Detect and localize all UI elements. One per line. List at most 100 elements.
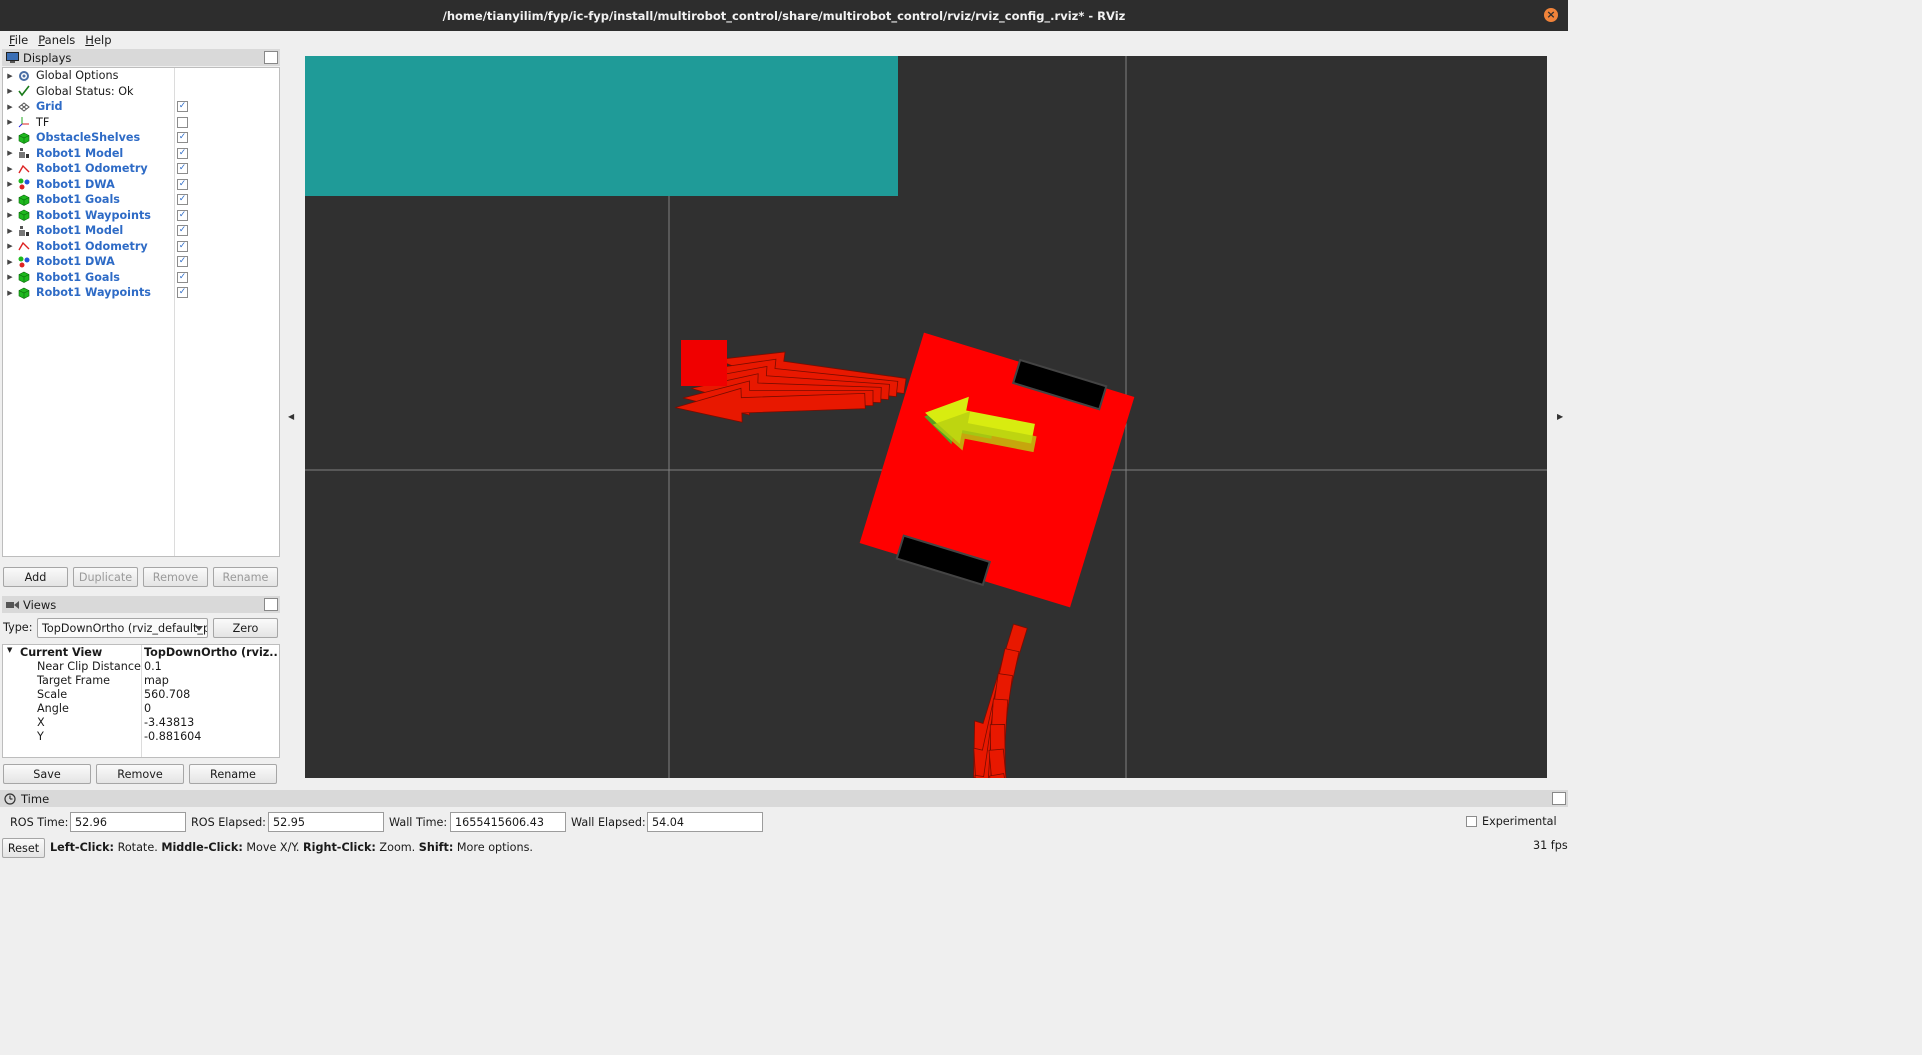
display-enable-checkbox[interactable]: ✓: [177, 256, 188, 267]
rename-display-button[interactable]: Rename: [213, 567, 278, 587]
expand-arrow-icon[interactable]: ▶: [3, 289, 17, 297]
display-item[interactable]: ▶ Robot1 Waypoints ✓: [3, 285, 279, 300]
display-item-label: Robot1 Waypoints: [36, 208, 151, 222]
display-item-label: Robot1 Goals: [36, 270, 120, 284]
view-property-row[interactable]: Y -0.881604: [3, 730, 279, 744]
display-enable-checkbox[interactable]: ✓: [177, 163, 188, 174]
display-item-label: Robot1 DWA: [36, 177, 115, 191]
ros-elapsed-field[interactable]: 52.95: [268, 812, 384, 832]
display-enable-checkbox[interactable]: ✓: [177, 194, 188, 205]
remove-view-button[interactable]: Remove: [96, 764, 184, 784]
expand-arrow-icon[interactable]: ▶: [3, 103, 17, 111]
expand-arrow-icon[interactable]: ▶: [3, 118, 17, 126]
display-item[interactable]: ▶ Robot1 DWA ✓: [3, 177, 279, 192]
reset-button[interactable]: Reset: [2, 838, 45, 858]
display-item[interactable]: ▶ Robot1 Waypoints ✓: [3, 208, 279, 223]
obstacle-shelf: [305, 56, 898, 196]
3d-render-view[interactable]: [305, 56, 1547, 778]
expand-arrow-icon[interactable]: ▶: [3, 227, 17, 235]
property-value[interactable]: 560.708: [144, 688, 278, 701]
robot-model-icon: [17, 147, 31, 160]
save-view-button[interactable]: Save: [3, 764, 91, 784]
close-icon[interactable]: ×: [1544, 8, 1558, 22]
display-item-label: Robot1 Model: [36, 146, 124, 160]
menu-file[interactable]: File: [4, 33, 33, 47]
zero-view-button[interactable]: Zero: [213, 618, 278, 638]
experimental-label: Experimental: [1482, 815, 1557, 828]
clock-icon: [3, 792, 17, 805]
property-name: Angle: [37, 702, 69, 715]
views-title: Views: [23, 597, 57, 612]
display-enable-checkbox[interactable]: ✓: [177, 132, 188, 143]
display-enable-checkbox[interactable]: ✓: [177, 209, 188, 221]
undock-button[interactable]: [264, 598, 278, 611]
remove-display-button[interactable]: Remove: [143, 567, 208, 587]
view-type-select[interactable]: TopDownOrtho (rviz_default_plugins): [37, 618, 208, 638]
display-item[interactable]: ▶ Robot1 Model ✓: [3, 146, 279, 161]
duplicate-display-button[interactable]: Duplicate: [73, 567, 138, 587]
display-enable-checkbox[interactable]: [177, 116, 188, 128]
menu-help[interactable]: Help: [80, 33, 116, 47]
display-item[interactable]: ▶ Robot1 Odometry ✓: [3, 161, 279, 176]
collapse-right-icon[interactable]: ▶: [1557, 412, 1563, 421]
scene-canvas[interactable]: [305, 56, 1547, 778]
undock-button[interactable]: [264, 51, 278, 64]
display-enable-checkbox[interactable]: ✓: [177, 240, 188, 252]
display-item[interactable]: ▶ Robot1 Model ✓: [3, 223, 279, 238]
view-property-row[interactable]: Angle 0: [3, 702, 279, 716]
property-value[interactable]: 0.1: [144, 660, 278, 673]
display-enable-checkbox[interactable]: ✓: [177, 287, 188, 298]
display-enable-checkbox[interactable]: ✓: [177, 178, 188, 190]
display-item[interactable]: ▶ Global Options: [3, 68, 279, 83]
collapse-left-icon[interactable]: ◀: [288, 412, 294, 421]
wall-time-field[interactable]: 1655415606.43: [450, 812, 566, 832]
display-item[interactable]: ▶ Robot1 Goals ✓: [3, 192, 279, 207]
display-enable-checkbox[interactable]: ✓: [177, 101, 188, 112]
view-properties[interactable]: ▼ Current View TopDownOrtho (rviz... Nea…: [2, 644, 280, 758]
view-property-row[interactable]: Near Clip Distance 0.1: [3, 660, 279, 674]
expand-arrow-icon[interactable]: ▶: [3, 258, 17, 266]
add-display-button[interactable]: Add: [3, 567, 68, 587]
ros-time-field[interactable]: 52.96: [70, 812, 186, 832]
experimental-checkbox[interactable]: [1466, 816, 1477, 827]
view-type-value: TopDownOrtho (rviz_default_plugins): [42, 621, 207, 635]
expand-arrow-icon[interactable]: ▶: [3, 242, 17, 250]
display-item[interactable]: ▶ Robot1 Odometry ✓: [3, 239, 279, 254]
view-property-row[interactable]: Scale 560.708: [3, 688, 279, 702]
marker-cube-icon: [17, 286, 31, 299]
view-property-row[interactable]: X -3.43813: [3, 716, 279, 730]
rename-view-button[interactable]: Rename: [189, 764, 277, 784]
display-item[interactable]: ▶ Grid ✓: [3, 99, 279, 114]
displays-tree[interactable]: ▶ Global Options ▶ Global Status: Ok ▶ Grid ✓ ▶…: [2, 67, 280, 557]
property-value[interactable]: 0: [144, 702, 278, 715]
display-enable-checkbox[interactable]: ✓: [177, 225, 188, 236]
property-value[interactable]: -0.881604: [144, 730, 278, 743]
undock-button[interactable]: [1552, 792, 1566, 805]
property-value[interactable]: map: [144, 674, 278, 687]
current-view-row[interactable]: ▼ Current View TopDownOrtho (rviz...: [3, 646, 279, 660]
expand-arrow-icon[interactable]: ▶: [3, 211, 17, 219]
property-value[interactable]: -3.43813: [144, 716, 278, 729]
ros-elapsed-label: ROS Elapsed:: [191, 816, 266, 829]
expand-arrow-icon[interactable]: ▶: [3, 134, 17, 142]
expand-arrow-icon[interactable]: ▶: [3, 165, 17, 173]
expand-arrow-icon[interactable]: ▶: [3, 196, 17, 204]
display-item[interactable]: ▶ TF: [3, 115, 279, 130]
wall-elapsed-field[interactable]: 54.04: [647, 812, 763, 832]
display-item[interactable]: ▶ Robot1 Goals ✓: [3, 270, 279, 285]
expand-arrow-icon[interactable]: ▶: [3, 87, 17, 95]
display-enable-checkbox[interactable]: ✓: [177, 271, 188, 283]
display-item[interactable]: ▶ Robot1 DWA ✓: [3, 254, 279, 269]
expand-arrow-icon[interactable]: ▶: [3, 72, 17, 80]
menu-panels[interactable]: Panels: [33, 33, 80, 47]
display-item-label: Robot1 Model: [36, 224, 124, 237]
expand-arrow-icon[interactable]: ▶: [3, 180, 17, 188]
display-enable-checkbox[interactable]: ✓: [177, 147, 188, 159]
display-item[interactable]: ▶ Global Status: Ok: [3, 84, 279, 99]
expand-arrow-icon[interactable]: ▶: [3, 149, 17, 157]
expand-arrow-icon[interactable]: ▶: [3, 273, 17, 281]
view-property-row[interactable]: Target Frame map: [3, 674, 279, 688]
expand-arrow-icon[interactable]: ▼: [7, 646, 12, 654]
display-item[interactable]: ▶ ObstacleShelves ✓: [3, 130, 279, 145]
display-item-label: Robot1 Odometry: [36, 162, 148, 175]
